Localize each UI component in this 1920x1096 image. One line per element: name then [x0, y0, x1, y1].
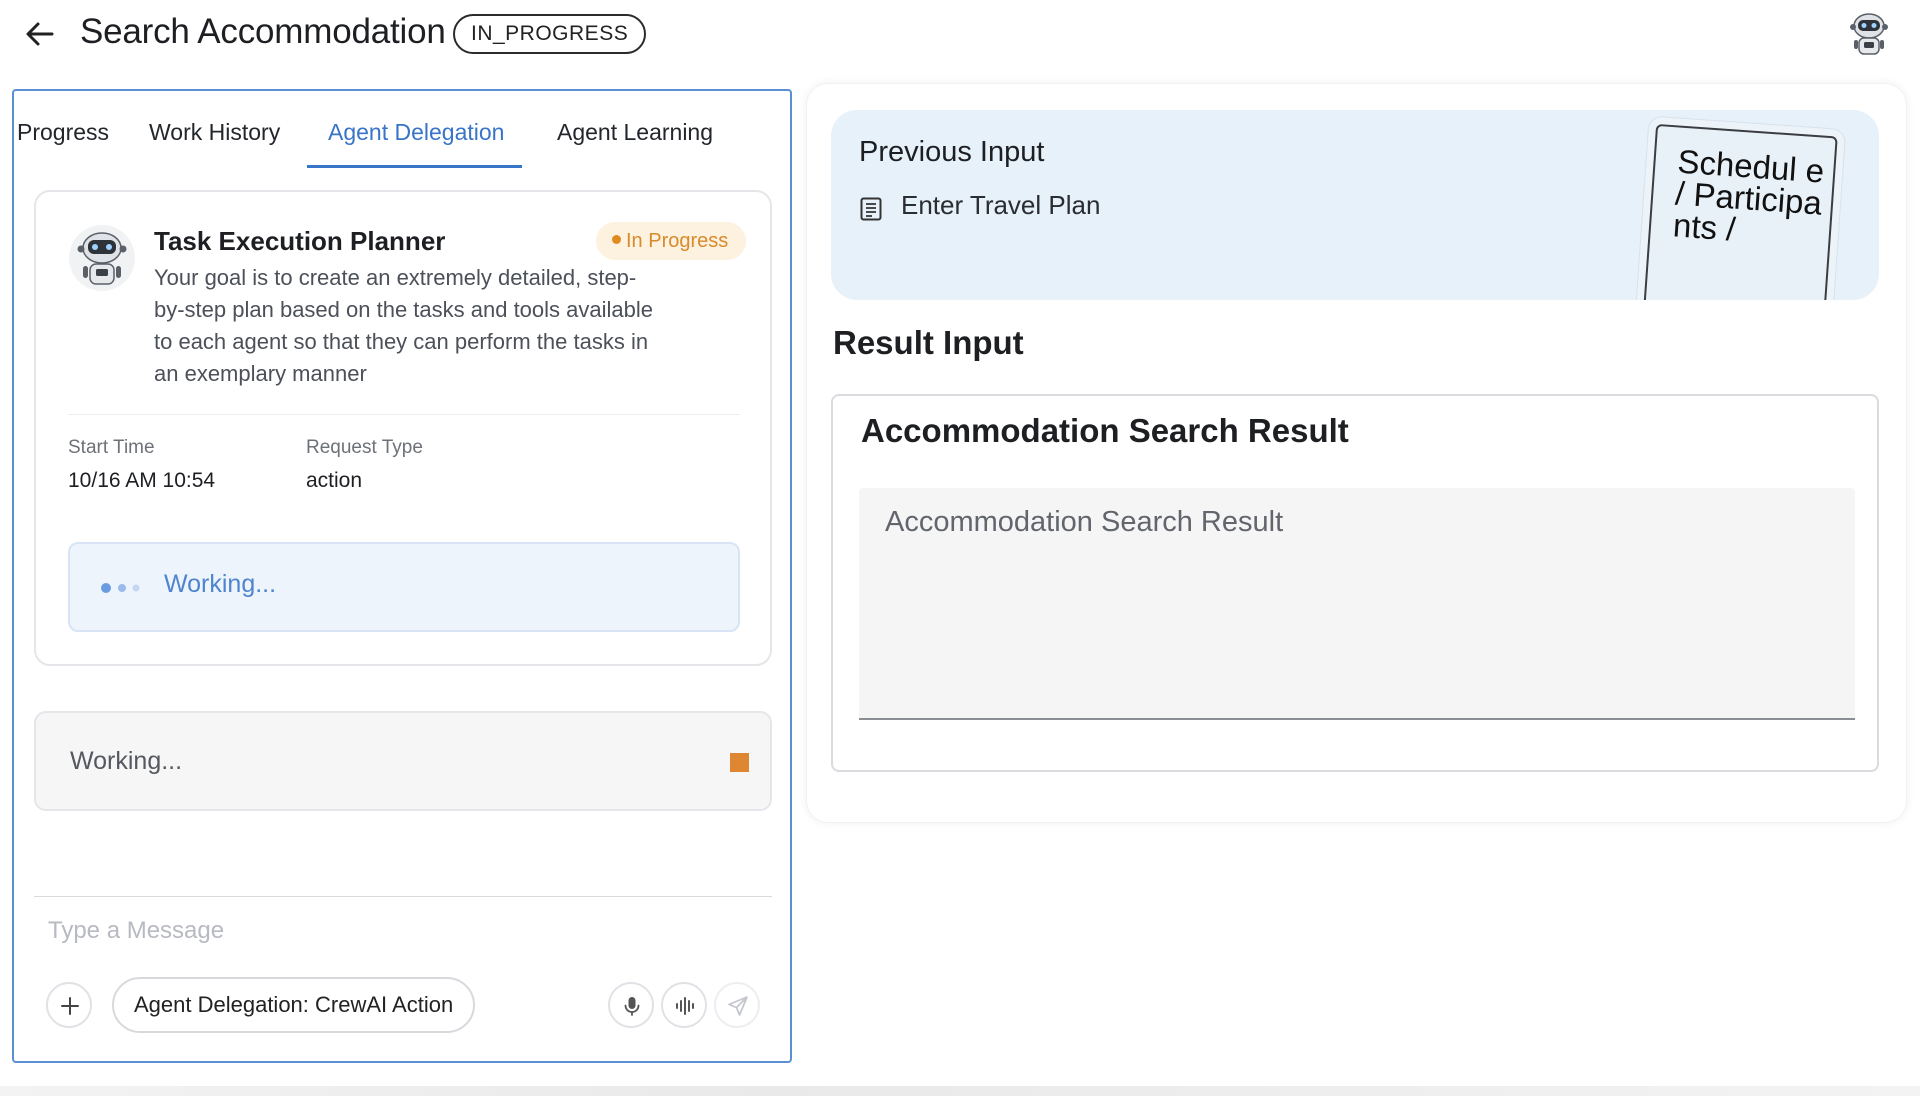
divider [68, 414, 740, 415]
tab-agent-delegation[interactable]: Agent Delegation [328, 119, 504, 146]
back-arrow-icon[interactable] [22, 16, 58, 52]
send-icon [728, 996, 748, 1016]
status-dot-icon [612, 235, 621, 245]
request-type-label: Request Type [306, 437, 423, 458]
working-indicator: Working... [68, 542, 740, 632]
loading-dots-icon [101, 583, 140, 593]
active-tab-indicator [307, 165, 522, 168]
sticky-note-card: Schedul e / Participa nts / [1642, 123, 1838, 300]
result-card-title: Accommodation Search Result [861, 412, 1349, 449]
agent-card: Task Execution Planner In Progress Your … [34, 190, 772, 666]
in-progress-label: In Progress [626, 230, 729, 252]
result-input-heading: Result Input [833, 324, 1024, 361]
result-field-label: Accommodation Search Result [885, 506, 1284, 538]
plus-icon [61, 997, 79, 1015]
robot-avatar-icon [68, 224, 136, 292]
start-time-value: 10/16 AM 10:54 [68, 469, 216, 492]
result-panel: Previous Input Enter Travel Plan Schedul… [806, 83, 1907, 823]
response-status-text: Working... [70, 747, 183, 775]
voice-mode-button[interactable] [661, 982, 707, 1028]
result-card: Accommodation Search Result Accommodatio… [831, 394, 1879, 772]
tab-progress[interactable]: Progress [17, 119, 109, 146]
stop-icon[interactable] [730, 753, 749, 772]
previous-input-title: Previous Input [859, 136, 1045, 168]
response-status-box: Working... [34, 711, 772, 811]
agent-name: Task Execution Planner [154, 226, 446, 256]
agent-panel: Progress Work History Agent Delegation A… [12, 89, 792, 1063]
composer-divider [34, 896, 772, 897]
agent-description: Your goal is to create an extremely deta… [154, 265, 653, 386]
audio-wave-icon [676, 997, 694, 1015]
result-text-field[interactable]: Accommodation Search Result [859, 488, 1855, 720]
request-type-value: action [306, 469, 363, 492]
working-label: Working... [164, 570, 277, 598]
microphone-icon [624, 997, 640, 1016]
window-bottom-edge [0, 1086, 1920, 1096]
message-input[interactable] [48, 911, 748, 951]
start-time-label: Start Time [68, 437, 155, 458]
page-title: Search Accommodation [80, 12, 446, 51]
microphone-button[interactable] [608, 982, 654, 1028]
tab-agent-learning[interactable]: Agent Learning [557, 119, 713, 146]
robot-avatar-icon[interactable] [1844, 10, 1894, 60]
sticky-note-text: Schedul e / Participa nts / [1671, 142, 1826, 248]
status-badge: IN_PROGRESS [453, 14, 647, 54]
add-button[interactable] [46, 982, 92, 1028]
send-button[interactable] [714, 982, 760, 1028]
previous-input-item[interactable]: Enter Travel Plan [901, 190, 1100, 221]
in-progress-badge: In Progress [596, 222, 747, 260]
tab-work-history[interactable]: Work History [149, 119, 280, 146]
document-icon [860, 197, 882, 221]
previous-input-box: Previous Input Enter Travel Plan Schedul… [831, 110, 1879, 300]
mode-chip[interactable]: Agent Delegation: CrewAI Action [112, 977, 476, 1033]
